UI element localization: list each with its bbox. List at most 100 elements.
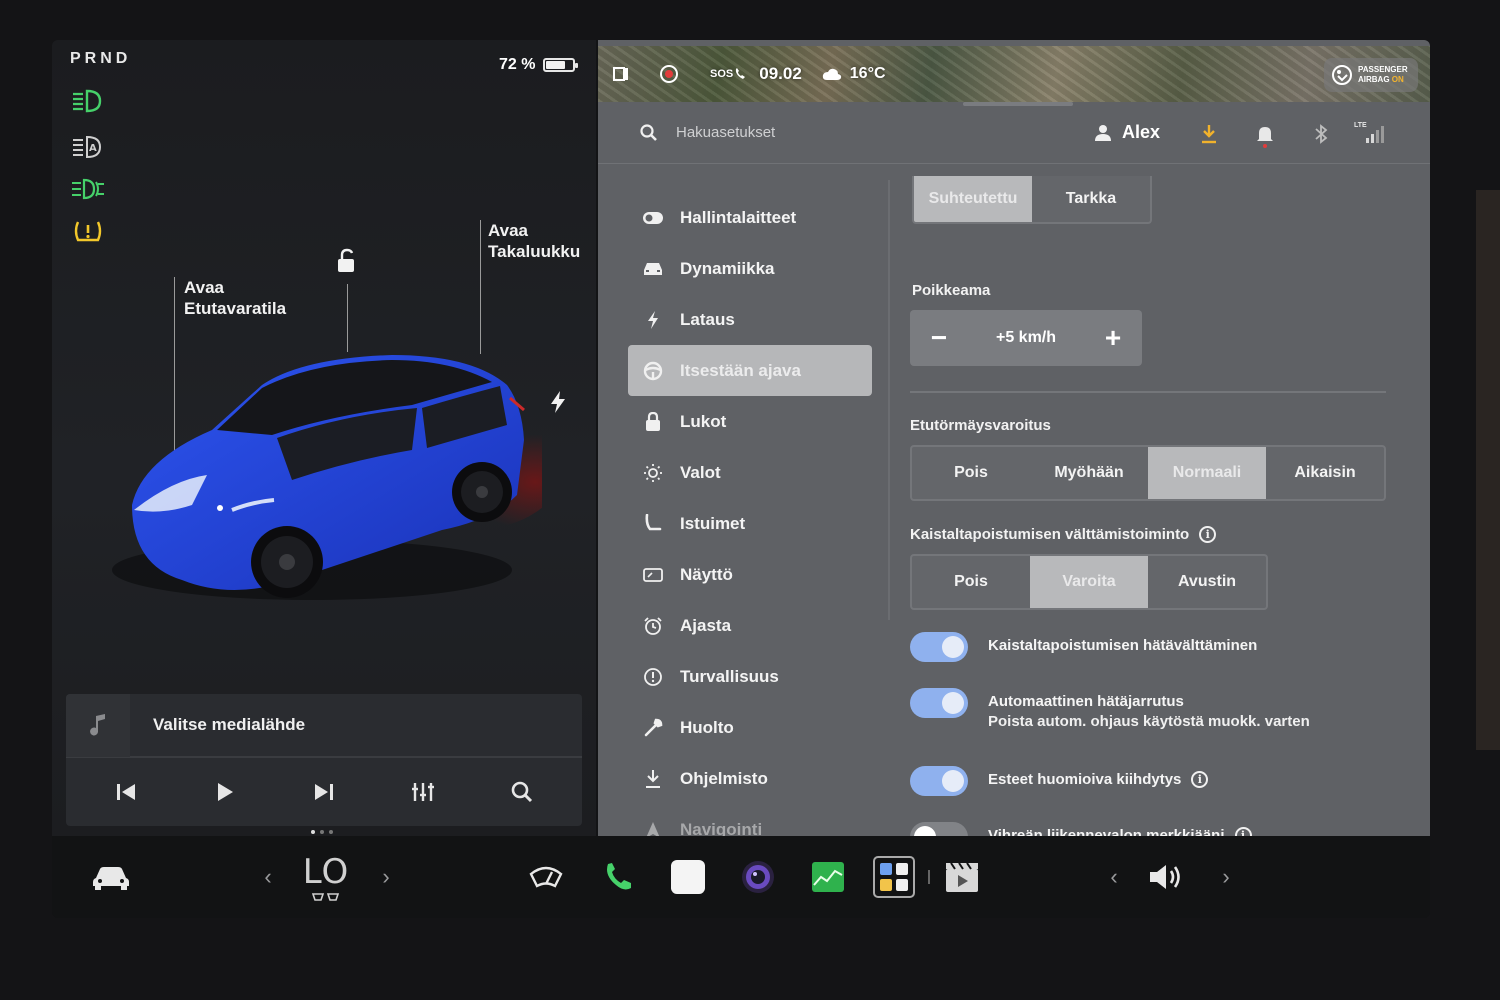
climate-control[interactable]: LO [298,836,354,918]
camera-app-button[interactable] [738,836,778,918]
volume-button[interactable] [1146,836,1186,918]
touchscreen: PRND A 72 % Avaa Takaluukku Avaa Etutava… [52,40,1430,918]
wiper-button[interactable] [526,836,566,918]
sidebar-item-steering-wheel[interactable]: Itsestään ajava [628,345,872,396]
sidebar-item-alert-circle[interactable]: Turvallisuus [628,651,872,702]
volume-decrease-arrow[interactable]: ‹ [1104,836,1124,918]
phone-app-button[interactable] [598,836,638,918]
toggle-row: Kaistaltapoistumisen hätävälttäminen [910,632,1257,662]
settings-nav: Hallintalaitteet Dynamiikka Lataus Itsestää… [628,192,872,855]
car-panel: PRND A 72 % Avaa Takaluukku Avaa Etutava… [52,40,596,836]
sidebar-item-display[interactable]: Näyttö [628,549,872,600]
sidebar-item-sun[interactable]: Valot [628,447,872,498]
toggle-icon [642,207,664,229]
increase-offset-button[interactable]: + [1098,324,1128,352]
energy-app-button[interactable] [808,836,848,918]
sidebar-item-label: Lukot [680,411,727,431]
download-icon [642,768,664,790]
toggle-switch[interactable] [910,688,968,718]
status-bar: SOS 09.02 16°C [598,46,1430,102]
alert-circle-icon [642,666,664,688]
open-trunk-button[interactable]: Avaa Takaluukku [488,220,580,262]
clock: 09.02 [759,64,802,83]
sidebar-item-label: Ajasta [680,615,732,635]
media-search-icon[interactable] [502,772,542,812]
outside-temperature: 16°C [849,65,886,82]
volume-increase-arrow[interactable]: › [1216,836,1236,918]
toggle-switch[interactable] [910,632,968,662]
sidebar-item-wrench[interactable]: Huolto [628,702,872,753]
notification-bell-icon[interactable] [1256,124,1274,153]
temp-decrease-arrow[interactable]: ‹ [258,836,278,918]
sidebar-item-alarm-clock[interactable]: Ajasta [628,600,872,651]
toggle-label-row: Esteet huomioiva kiihdytys i [988,766,1209,793]
fog-lights-icon [70,174,106,204]
toggle-label: Automaattinen hätäjarrutus [988,693,1184,710]
settings-search[interactable]: Hakuasetukset [640,123,775,142]
user-icon [1095,124,1111,141]
media-source-row[interactable]: Valitse medialähde [66,694,582,758]
lane-departure-option[interactable]: Avustin [1148,556,1266,608]
headlights-on-icon [70,86,106,116]
previous-track-icon[interactable] [106,772,146,812]
media-page-indicator [311,830,333,834]
car-controls-button[interactable] [88,836,134,918]
toggle-sublabel: Poista autom. ohjaus käytöstä muokk. var… [988,713,1310,730]
forward-collision-warning-title: Etutörmäysvaroitus [910,417,1051,434]
lte-signal-icon: LTE [1354,122,1384,149]
forward-collision-warning-selector: Pois Myöhään Normaali Aikaisin [910,445,1386,501]
unlock-car-icon[interactable] [333,248,359,279]
sidebar-item-label: Näyttö [680,564,733,584]
toggle-switch[interactable] [910,766,968,796]
software-download-icon[interactable] [1200,124,1218,149]
bluetooth-icon[interactable] [1314,124,1328,149]
lock-icon [642,411,664,433]
play-icon[interactable] [205,772,245,812]
fcw-option[interactable]: Normaali [1148,447,1266,499]
sidebar-item-seat[interactable]: Istuimet [628,498,872,549]
charge-port-icon[interactable] [549,390,567,419]
wrench-icon [642,717,664,739]
temp-increase-arrow[interactable]: › [376,836,396,918]
fcw-option[interactable]: Myöhään [1030,447,1148,499]
search-icon [640,123,657,141]
lane-departure-option[interactable]: Pois [912,556,1030,608]
seat-heater-icon [311,893,340,901]
section-divider [910,391,1386,393]
battery-status: 72 % [499,56,579,74]
info-icon[interactable]: i [1191,771,1209,788]
open-frunk-button[interactable]: Avaa Etutavaratila [184,277,286,319]
car-icon [93,867,129,890]
speed-mode-option[interactable]: Suhteutettu [914,176,1032,222]
lane-departure-title-row: Kaistaltapoistumisen välttämistoiminto i [910,526,1217,543]
equalizer-icon[interactable] [403,772,443,812]
airbag-state: ON [1391,75,1404,84]
fcw-option[interactable]: Aikaisin [1266,447,1384,499]
sidebar-item-bolt[interactable]: Lataus [628,294,872,345]
sidebar-item-label: Ohjelmisto [680,768,768,788]
alarm-clock-icon [642,615,664,637]
page-dot [311,830,315,834]
sos-indicator: SOS [710,67,747,81]
offset-title: Poikkeama [912,282,991,299]
decrease-offset-button[interactable]: − [924,324,954,352]
theater-app-button[interactable] [942,836,982,918]
clapperboard-icon [946,862,978,892]
sidebar-item-car-front[interactable]: Dynamiikka [628,243,872,294]
sidebar-item-download[interactable]: Ohjelmisto [628,753,872,804]
sidebar-item-lock[interactable]: Lukot [628,396,872,447]
app-launcher-button[interactable] [872,836,916,918]
toggle-label-row: Kaistaltapoistumisen hätävälttäminen [988,632,1257,659]
info-icon[interactable]: i [1199,526,1217,543]
search-input[interactable]: Hakuasetukset [676,124,775,141]
fcw-option[interactable]: Pois [912,447,1030,499]
toggle-knob [942,770,964,792]
dock-separator [926,836,932,918]
speed-mode-option[interactable]: Tarkka [1032,176,1150,222]
calendar-app-button[interactable] [668,836,708,918]
next-track-icon[interactable] [304,772,344,812]
page-dot [320,830,324,834]
sidebar-item-toggle[interactable]: Hallintalaitteet [628,192,872,243]
lane-departure-option[interactable]: Varoita [1030,556,1148,608]
user-profile-button[interactable]: Alex [1094,122,1160,143]
